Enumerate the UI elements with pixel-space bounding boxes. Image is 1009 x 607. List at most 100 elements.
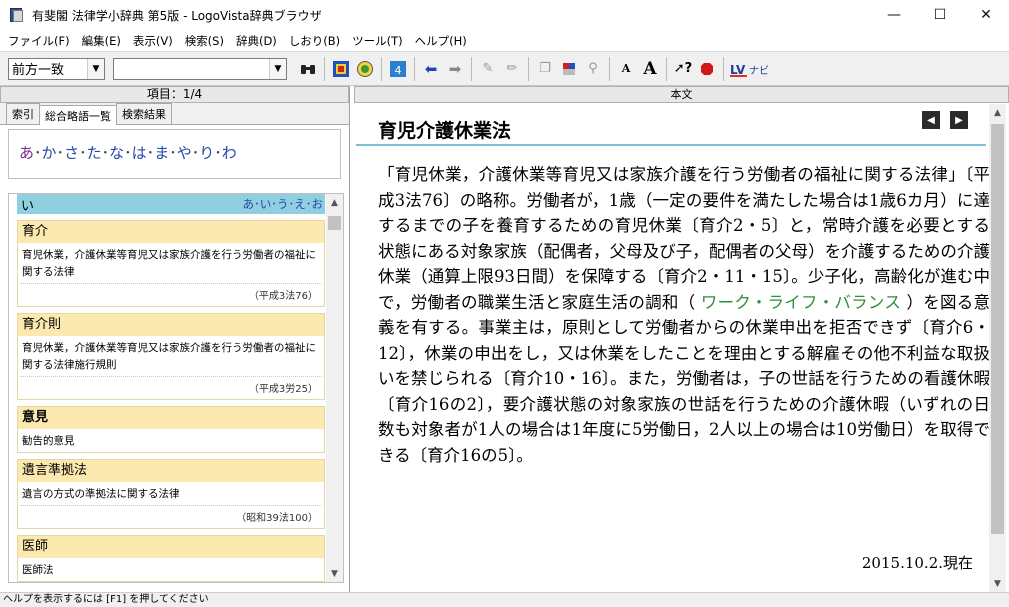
scroll-thumb[interactable]: [328, 216, 341, 230]
article-nav: ◀ ▶: [922, 111, 978, 129]
scroll-down-icon[interactable]: ▼: [326, 565, 343, 582]
work-life-balance-link[interactable]: ワーク・ライフ・バランス: [695, 293, 906, 312]
revision-date: 2015.10.2.現在: [861, 554, 973, 572]
lv-navi-logo-icon[interactable]: LV ナビ: [729, 58, 773, 80]
globe-icon[interactable]: [354, 58, 376, 80]
index-tabs: 索引 総合略語一覧 検索結果: [0, 103, 349, 125]
toolbar-separator: [324, 56, 325, 81]
chevron-down-icon[interactable]: ▼: [87, 58, 104, 79]
search-input[interactable]: ▼: [113, 57, 287, 80]
tab-index[interactable]: 索引: [6, 103, 40, 124]
kana-ta[interactable]: た: [87, 144, 102, 162]
title-bar: 有斐閣 法律学小辞典 第5版 - LogoVista辞典ブラウザ — ☐ ✕: [0, 0, 1009, 30]
font-larger-icon[interactable]: A: [639, 58, 661, 80]
binoculars-icon[interactable]: [297, 58, 319, 80]
list-item[interactable]: 医師 医師法: [17, 535, 325, 582]
menu-edit[interactable]: 編集(E): [76, 33, 127, 49]
font-smaller-icon[interactable]: A: [615, 58, 637, 80]
menu-help[interactable]: ヘルプ(H): [409, 33, 473, 49]
menu-bookmark[interactable]: しおり(B): [283, 33, 346, 49]
forward-arrow-icon[interactable]: ➡: [444, 58, 466, 80]
entry-source: （平成3労25）: [20, 376, 322, 399]
toolbar-separator: [666, 56, 667, 81]
title-divider: [356, 144, 986, 146]
svg-text:LV: LV: [730, 63, 746, 77]
scroll-down-icon[interactable]: ▼: [989, 575, 1006, 592]
article-pane-header: 本文: [354, 86, 1009, 103]
section-header: い あ･い･う･え･お: [17, 194, 325, 214]
tab-abbreviations[interactable]: 総合略語一覧: [39, 105, 117, 125]
list-item[interactable]: 遺言準拠法 遺言の方式の準拠法に関する法律 （昭和39法100）: [17, 459, 325, 529]
kana-a[interactable]: あ: [19, 144, 34, 162]
minimize-button[interactable]: —: [871, 0, 917, 30]
article-scrollbar[interactable]: ▲ ▼: [989, 104, 1006, 592]
copy-icon[interactable]: ❐: [534, 58, 556, 80]
article-title: 育児介護休業法: [378, 120, 512, 142]
entry-description: 育児休業，介護休業等育児又は家族介護を行う労働者の福祉に関する法律: [22, 249, 316, 278]
kana-ha[interactable]: は: [132, 144, 147, 162]
article-text-part2: ）を図る意義を有する。事業主は，原則として労働者からの休業申出を拒否できず〔育介…: [378, 292, 990, 465]
kana-ri[interactable]: り: [199, 144, 214, 162]
entry-source: （平成3法76）: [20, 283, 322, 306]
menu-search[interactable]: 検索(S): [179, 33, 230, 49]
list-item[interactable]: 意見 勧告的意見: [17, 406, 325, 453]
list-scrollbar[interactable]: ▲ ▼: [326, 194, 343, 582]
section-nav-links[interactable]: あ･い･う･え･お: [243, 196, 324, 212]
toolbar-separator: [609, 56, 610, 81]
flag-icon[interactable]: [558, 58, 580, 80]
article-text-part1: 「育児休業，介護休業等育児又は家族介護を行う労働者の福祉に関する法律」〔平成3法…: [378, 165, 990, 312]
toolbar: 前方一致 ▼ ▼ 4 ⬅ ➡ ✎ ✏ ❐ ⚲ A A ➚? LV ナビ: [0, 51, 1009, 86]
entry-heading: 育介: [18, 221, 324, 243]
search-mode-select[interactable]: 前方一致 ▼: [8, 57, 105, 80]
kana-index: あ･か･さ･た･な･は･ま･や･り･わ: [8, 129, 341, 179]
entry-description: 遺言の方式の準拠法に関する法律: [22, 488, 180, 500]
entry-description: 医師法: [22, 564, 54, 576]
scroll-up-icon[interactable]: ▲: [989, 104, 1006, 121]
kana-sa[interactable]: さ: [64, 144, 79, 162]
pen-icon[interactable]: ✎: [477, 58, 499, 80]
svg-text:ナビ: ナビ: [749, 65, 769, 77]
window-layout-icon[interactable]: 4: [387, 58, 409, 80]
list-item[interactable]: 育介 育児休業，介護休業等育児又は家族介護を行う労働者の福祉に関する法律 （平成…: [17, 220, 325, 307]
article-pane: 本文 育児介護休業法 ◀ ▶ 「育児休業，介護休業等育児又は家族介護を行う労働者…: [354, 86, 1009, 592]
kana-ka[interactable]: か: [42, 144, 57, 162]
entry-description: 勧告的意見: [22, 435, 75, 447]
app-icon: [9, 7, 25, 23]
kana-na[interactable]: な: [109, 144, 124, 162]
stop-icon[interactable]: [696, 58, 718, 80]
tab-search-results[interactable]: 検索結果: [116, 103, 172, 124]
scroll-up-icon[interactable]: ▲: [326, 194, 343, 211]
entry-heading: 育介則: [18, 314, 324, 336]
help-cursor-icon[interactable]: ➚?: [672, 58, 694, 80]
zoom-icon[interactable]: ⚲: [582, 58, 604, 80]
entry-heading: 遺言準拠法: [18, 460, 324, 482]
next-article-icon[interactable]: ▶: [950, 111, 968, 129]
menu-bar: ファイル(F) 編集(E) 表示(V) 検索(S) 辞典(D) しおり(B) ツ…: [0, 30, 1009, 51]
index-pane: 項目：1/4 索引 総合略語一覧 検索結果 あ･か･さ･た･な･は･ま･や･り･…: [0, 86, 350, 592]
abbreviation-list-content: い あ･い･う･え･お 育介 育児休業，介護休業等育児又は家族介護を行う労働者の…: [17, 194, 325, 582]
menu-file[interactable]: ファイル(F): [2, 33, 76, 49]
close-button[interactable]: ✕: [963, 0, 1009, 30]
kana-ya[interactable]: や: [177, 144, 192, 162]
chevron-down-icon[interactable]: ▼: [269, 58, 286, 79]
kana-ma[interactable]: ま: [154, 144, 169, 162]
scroll-thumb[interactable]: [991, 124, 1004, 534]
dictionary-list-icon[interactable]: [330, 58, 352, 80]
index-pane-header: 項目：1/4: [0, 86, 349, 103]
menu-tools[interactable]: ツール(T): [346, 33, 409, 49]
status-bar: ヘルプを表示するには [F1] を押してください: [0, 592, 1009, 607]
article-body: 「育児休業，介護休業等育児又は家族介護を行う労働者の福祉に関する法律」〔平成3法…: [378, 162, 990, 468]
menu-view[interactable]: 表示(V): [127, 33, 179, 49]
toolbar-separator: [414, 56, 415, 81]
kana-wa[interactable]: わ: [222, 144, 237, 162]
entry-heading: 意見: [18, 407, 324, 429]
toolbar-separator: [528, 56, 529, 81]
marker-icon[interactable]: ✏: [501, 58, 523, 80]
menu-dictionary[interactable]: 辞典(D): [230, 33, 283, 49]
list-item[interactable]: 育介則 育児休業，介護休業等育児又は家族介護を行う労働者の福祉に関する法律施行規…: [17, 313, 325, 400]
previous-article-icon[interactable]: ◀: [922, 111, 940, 129]
back-arrow-icon[interactable]: ⬅: [420, 58, 442, 80]
maximize-button[interactable]: ☐: [917, 0, 963, 30]
entry-heading: 医師: [18, 536, 324, 558]
svg-text:4: 4: [395, 64, 402, 77]
